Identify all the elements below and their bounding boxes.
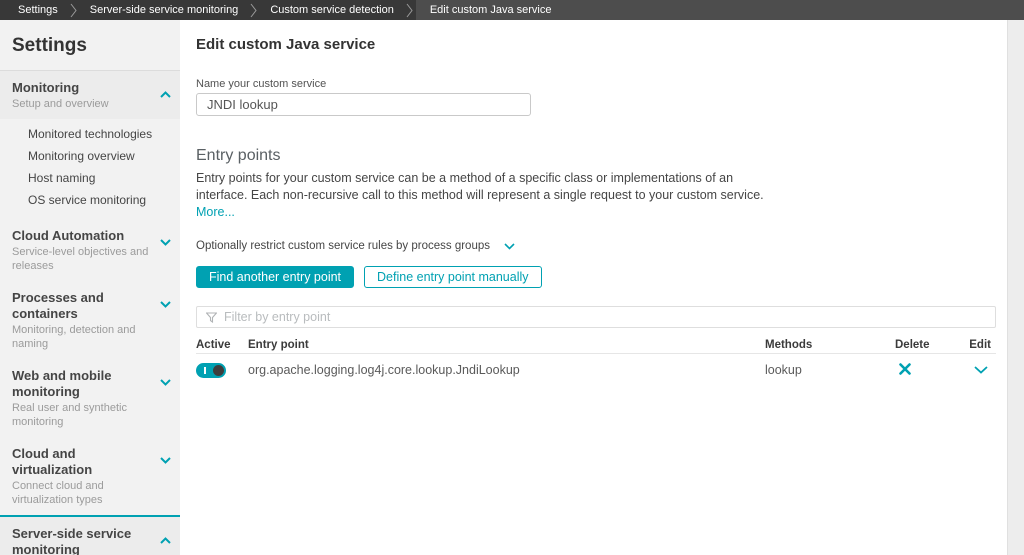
column-header-delete: Delete: [895, 338, 930, 351]
chevron-down-icon: [160, 451, 171, 469]
restrict-label: Optionally restrict custom service rules…: [196, 240, 490, 252]
chevron-down-icon: [160, 295, 171, 313]
column-header-active: Active: [196, 338, 231, 351]
entry-points-table: Active Entry point Methods Delete Edit o…: [196, 336, 996, 386]
entry-points-heading: Entry points: [196, 147, 281, 164]
section-subtitle: Setup and overview: [12, 98, 109, 110]
methods-cell: lookup: [765, 363, 802, 377]
edit-chevron-down-icon[interactable]: [974, 366, 988, 374]
filter-input[interactable]: [224, 310, 995, 324]
column-header-methods: Methods: [765, 338, 813, 351]
breadcrumb-item-settings[interactable]: Settings: [8, 4, 68, 16]
sidebar-section-processes-containers[interactable]: Processes and containers Monitoring, det…: [0, 281, 180, 359]
section-subtitle: Service-level objectives and releases: [12, 246, 149, 272]
page-title: Edit custom Java service: [196, 36, 376, 53]
delete-x-icon[interactable]: [899, 362, 911, 375]
sidebar-item-os-service-monitoring[interactable]: OS service monitoring: [0, 189, 180, 211]
entry-point-cell: org.apache.logging.log4j.core.lookup.Jnd…: [248, 363, 520, 377]
main-content: Edit custom Java service Name your custo…: [196, 20, 996, 555]
define-entry-point-button[interactable]: Define entry point manually: [364, 266, 542, 288]
column-header-entry-point: Entry point: [248, 338, 309, 351]
find-entry-point-button[interactable]: Find another entry point: [196, 266, 355, 288]
sidebar-section-monitoring[interactable]: Monitoring Setup and overview: [0, 71, 180, 119]
section-label: Web and mobile monitoring: [12, 368, 112, 399]
sidebar-item-host-naming[interactable]: Host naming: [0, 167, 180, 189]
sidebar-title: Settings: [12, 35, 87, 56]
breadcrumb-item-server-side[interactable]: Server-side service monitoring: [80, 4, 249, 16]
sidebar-item-monitored-technologies[interactable]: Monitored technologies: [0, 123, 180, 145]
chevron-down-icon: [504, 237, 515, 255]
more-link[interactable]: More...: [196, 205, 235, 219]
column-header-edit: Edit: [969, 338, 991, 351]
service-name-input[interactable]: [196, 93, 531, 116]
sidebar-section-cloud-automation[interactable]: Cloud Automation Service-level objective…: [0, 219, 180, 281]
breadcrumb-dark-segment: Settings Server-side service monitoring …: [0, 0, 416, 20]
entry-point-filter: [196, 306, 996, 328]
chevron-up-icon: [160, 85, 171, 103]
chevron-right-icon: [406, 3, 414, 18]
sidebar-item-monitoring-overview[interactable]: Monitoring overview: [0, 145, 180, 167]
chevron-down-icon: [160, 233, 171, 251]
breadcrumb: Settings Server-side service monitoring …: [0, 0, 1024, 20]
table-header-row: Active Entry point Methods Delete Edit: [196, 336, 996, 354]
description-text: Entry points for your custom service can…: [196, 171, 764, 202]
toggle-on-mark: [204, 366, 206, 374]
sidebar-section-server-side-monitoring[interactable]: Server-side service monitoring Manage an…: [0, 517, 180, 555]
chevron-up-icon: [160, 531, 171, 549]
section-label: Cloud and virtualization: [12, 446, 93, 477]
breadcrumb-item-custom-service-detection[interactable]: Custom service detection: [260, 4, 404, 16]
chevron-right-icon: [70, 3, 78, 18]
table-row: org.apache.logging.log4j.core.lookup.Jnd…: [196, 354, 996, 386]
section-label: Processes and containers: [12, 290, 104, 321]
sidebar-section-cloud-virtualization[interactable]: Cloud and virtualization Connect cloud a…: [0, 437, 180, 515]
section-label: Monitoring: [12, 80, 80, 95]
scrollbar-track[interactable]: [1007, 20, 1024, 555]
toggle-knob: [213, 364, 224, 376]
settings-sidebar: Settings Monitoring Setup and overview M…: [0, 20, 180, 555]
settings-screen: Settings Server-side service monitoring …: [0, 0, 1024, 555]
breadcrumb-item-current: Edit custom Java service: [429, 4, 552, 16]
chevron-right-icon: [250, 3, 258, 18]
restrict-by-process-groups-toggle[interactable]: Optionally restrict custom service rules…: [196, 237, 515, 255]
active-cell: [196, 362, 248, 378]
filter-funnel-icon: [206, 311, 217, 323]
entry-point-actions: Find another entry point Define entry po…: [196, 266, 542, 288]
section-subtitle: Monitoring, detection and naming: [12, 324, 136, 350]
section-label: Cloud Automation: [12, 228, 125, 243]
section-label: Server-side service monitoring: [12, 526, 132, 555]
chevron-down-icon: [160, 373, 171, 391]
section-subtitle: Real user and synthetic monitoring: [12, 402, 127, 428]
active-toggle[interactable]: [196, 362, 226, 378]
sidebar-section-web-mobile[interactable]: Web and mobile monitoring Real user and …: [0, 359, 180, 437]
entry-points-description: Entry points for your custom service can…: [196, 170, 774, 221]
name-field-label: Name your custom service: [196, 78, 327, 90]
delete-cell: [891, 362, 955, 378]
edit-cell: [955, 366, 996, 374]
subnav-monitoring: Monitored technologies Monitoring overvi…: [0, 119, 180, 219]
section-subtitle: Connect cloud and virtualization types: [12, 480, 104, 506]
